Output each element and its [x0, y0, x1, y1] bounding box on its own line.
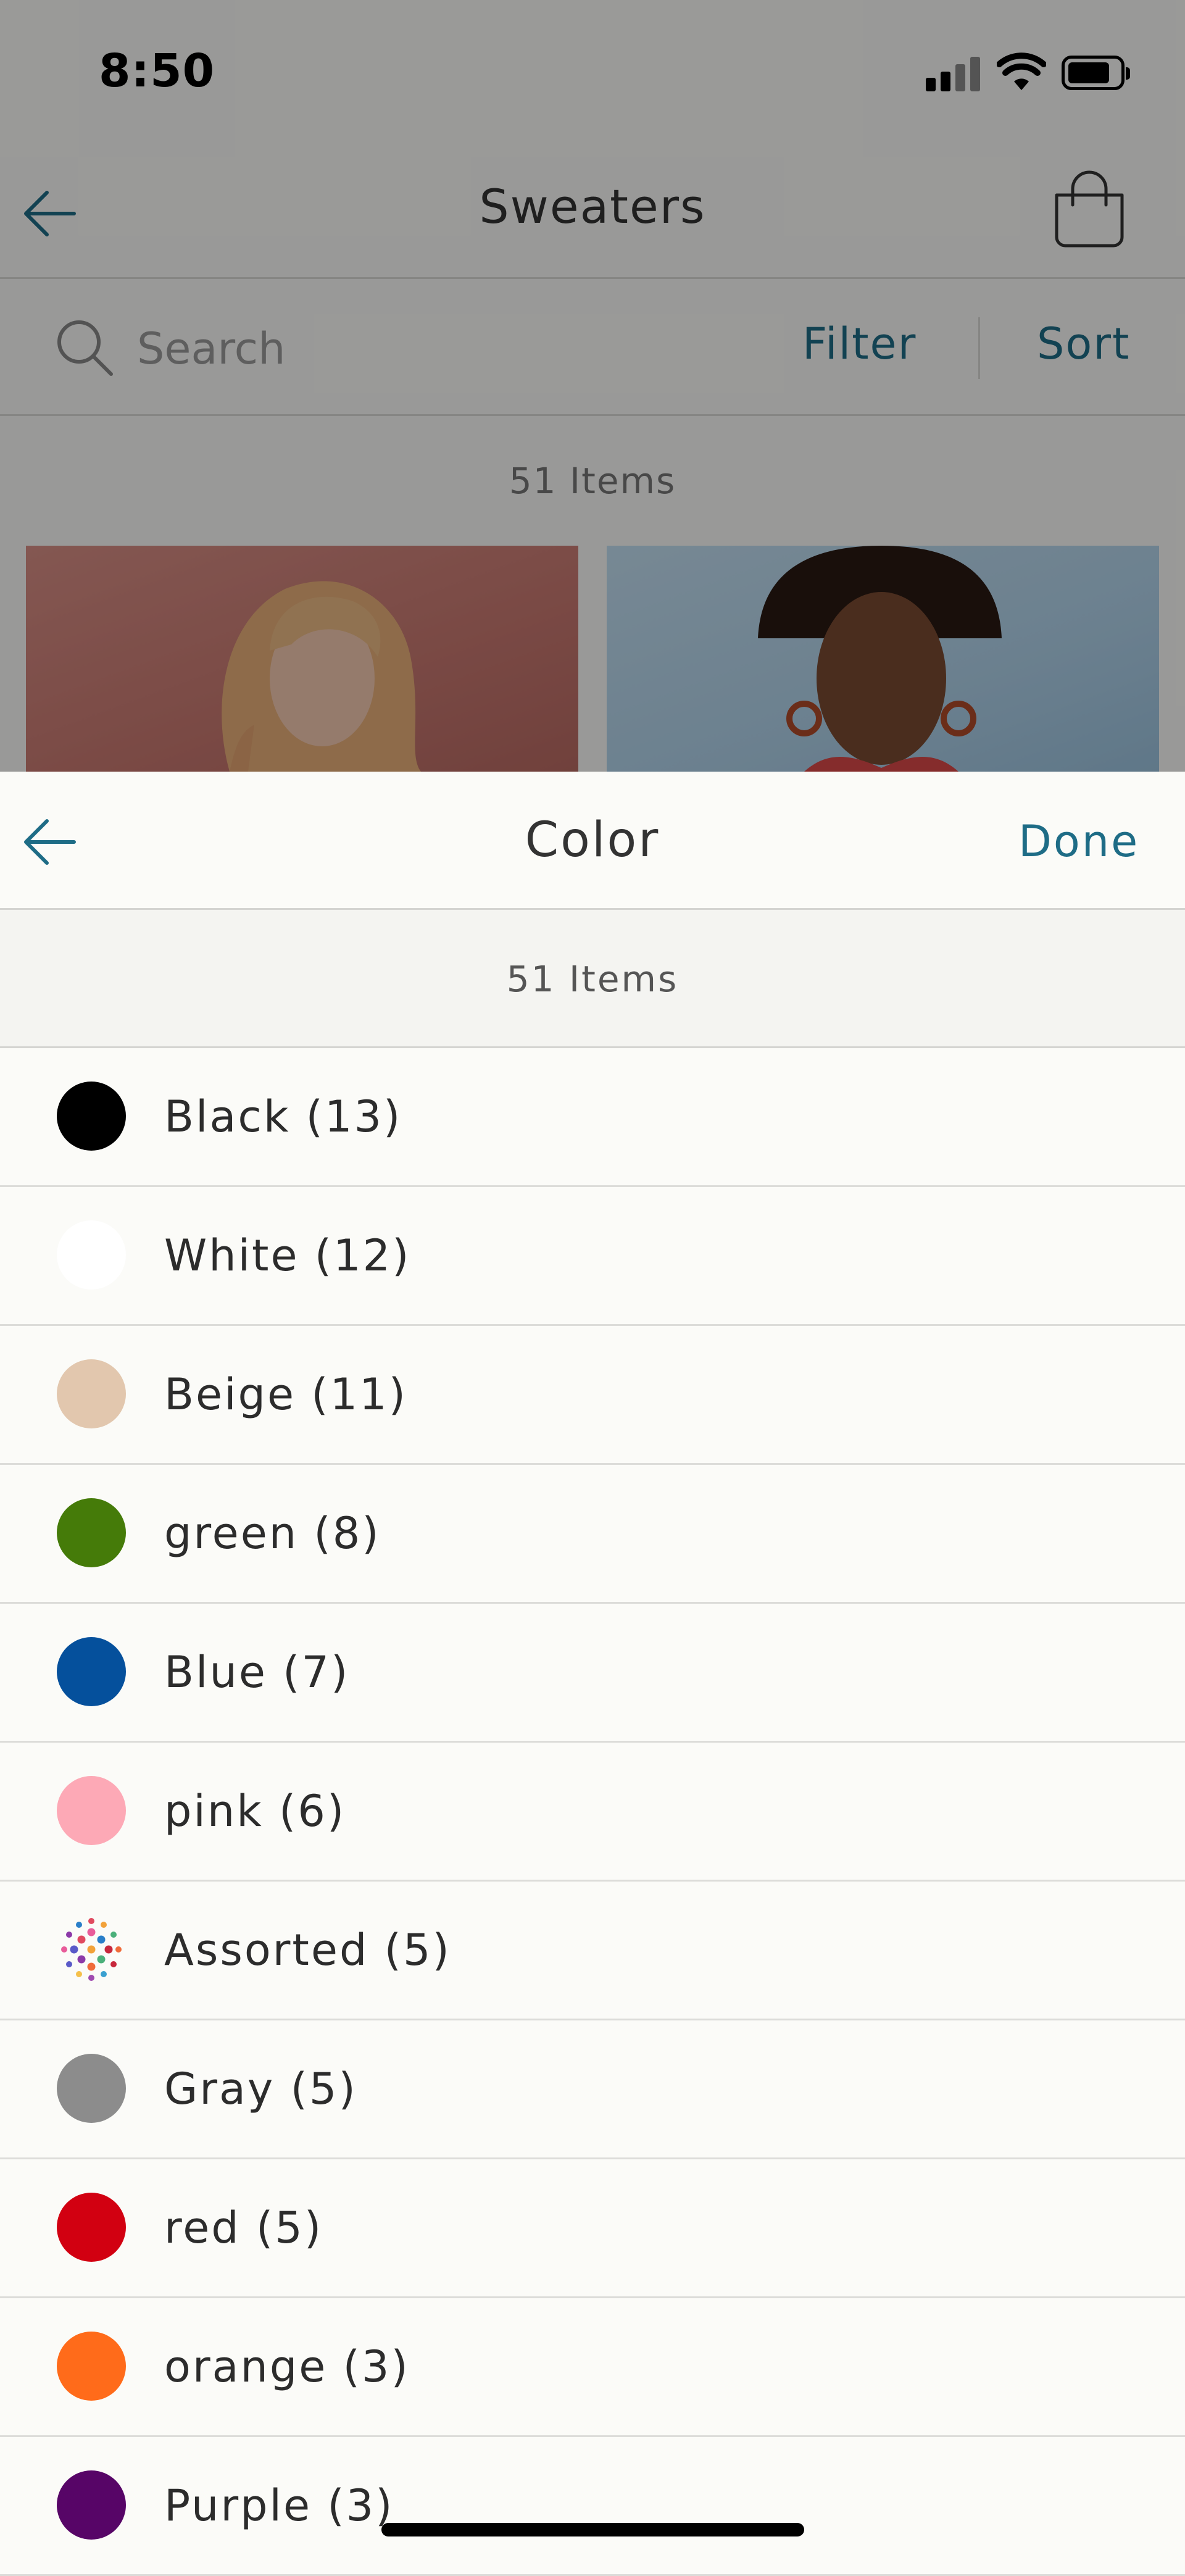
color-swatch-icon [57, 1220, 126, 1290]
color-option-label: Blue (7) [164, 1647, 350, 1698]
color-swatch-icon [57, 1637, 126, 1706]
assorted-swatch-icon [61, 1918, 122, 1981]
color-option[interactable]: pink (6) [0, 1743, 1185, 1882]
color-option-label: Black (13) [164, 1091, 402, 1142]
color-option[interactable]: Beige (11) [0, 1326, 1185, 1465]
color-option-label: pink (6) [164, 1786, 346, 1836]
color-filter-sheet: Color Done 51 Items Black (13) White (12)… [0, 772, 1185, 2576]
color-swatch-icon [57, 1776, 126, 1845]
color-swatch-icon [57, 1082, 126, 1151]
home-indicator[interactable] [381, 2523, 804, 2536]
color-option-label: Purple (3) [164, 2480, 394, 2531]
color-swatch-icon [57, 1359, 126, 1428]
done-button[interactable]: Done [1018, 816, 1139, 867]
color-option[interactable]: green (8) [0, 1465, 1185, 1604]
color-swatch-icon [57, 2332, 126, 2401]
color-option-label: orange (3) [164, 2341, 410, 2392]
item-count: 51 Items [0, 910, 1185, 1048]
color-list: Black (13) White (12) Beige (11) green (8) B… [0, 1048, 1185, 2576]
color-option-label: White (12) [164, 1230, 411, 1281]
color-swatch-icon [57, 2470, 126, 2540]
sheet-title: Color [525, 812, 660, 868]
dim-overlay[interactable] [0, 0, 1185, 772]
color-swatch-icon [57, 2193, 126, 2262]
color-option[interactable]: Gray (5) [0, 2020, 1185, 2159]
color-option-label: red (5) [164, 2203, 323, 2253]
color-option-label: Assorted (5) [164, 1925, 451, 1975]
color-option[interactable]: Purple (3) [0, 2437, 1185, 2576]
color-option[interactable]: Assorted (5) [0, 1882, 1185, 2020]
sheet-header: Color Done [0, 772, 1185, 910]
color-option-label: Gray (5) [164, 2064, 357, 2114]
color-option[interactable]: Blue (7) [0, 1604, 1185, 1743]
color-option-label: Beige (11) [164, 1369, 407, 1420]
color-option-label: green (8) [164, 1508, 381, 1559]
color-swatch-icon [57, 2054, 126, 2123]
color-option[interactable]: White (12) [0, 1187, 1185, 1326]
color-option[interactable]: red (5) [0, 2159, 1185, 2298]
color-swatch-icon [57, 1498, 126, 1567]
background-page: 8:50 Sweaters Filter Sort [0, 0, 1185, 772]
color-option[interactable]: orange (3) [0, 2298, 1185, 2437]
color-option[interactable]: Black (13) [0, 1048, 1185, 1187]
